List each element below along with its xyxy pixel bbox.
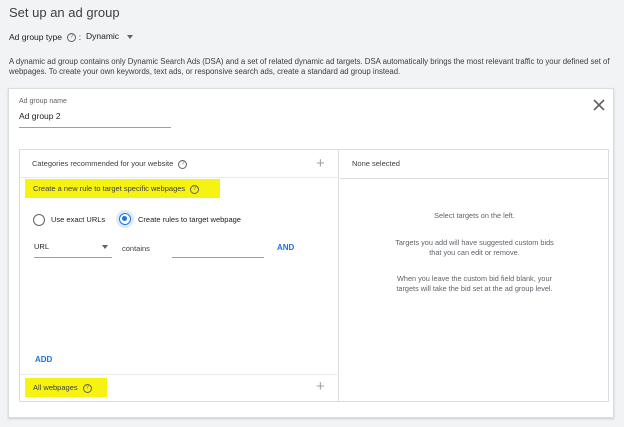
radio-create-rules[interactable] [119,213,131,225]
chevron-down-icon [127,34,134,39]
targets-panel: Categories recommended for your website … [19,149,609,402]
create-rule-text: Create a new rule to target specific web… [33,184,186,193]
ad-group-type-dropdown[interactable]: Dynamic [86,31,134,41]
help-icon[interactable]: ? [190,184,200,194]
help-icon[interactable]: ? [178,159,188,169]
create-rule-heading: Create a new rule to target specific web… [33,184,200,194]
rule-value-input[interactable] [172,240,264,256]
ad-group-description: A dynamic ad group contains only Dynamic… [9,57,610,76]
colon: : [78,32,82,42]
all-webpages-label: All webpages ? [33,383,92,393]
rule-field-underline [34,257,112,258]
rule-value-underline [172,257,264,258]
plus-icon[interactable]: + [316,379,325,394]
selected-targets-header: None selected [352,159,400,168]
radio-create-rules-label: Create rules to target webpage [138,215,241,224]
ad-group-type-label: Ad group type ? : [9,32,82,43]
empty-state-line-3b: targets will take the bid set at the ad … [396,284,553,293]
ad-group-card: Ad group name Ad group 2 Categories reco… [8,88,614,418]
recommended-categories-row[interactable]: Categories recommended for your website … [20,150,339,178]
empty-state-line-2a: Targets you add will have suggested cust… [395,238,554,247]
empty-state-line-2b: that you can edit or remove. [429,248,520,257]
plus-icon[interactable]: + [316,156,325,171]
divider [340,178,609,179]
targets-right-pane: None selected Select targets on the left… [340,150,609,401]
add-button[interactable]: ADD [35,355,52,364]
rule-field-dropdown[interactable]: URL [34,242,112,251]
all-webpages-text: All webpages [33,383,78,392]
radio-use-exact-urls-label: Use exact URLs [51,215,106,224]
radio-selected-dot [122,216,127,221]
ad-group-type-value: Dynamic [86,31,120,41]
page-title: Set up an ad group [9,5,120,20]
empty-state-line-3a: When you leave the custom bid field blan… [397,274,552,283]
ad-group-name-input[interactable]: Ad group 2 [19,111,61,121]
chevron-down-icon [102,245,108,249]
rule-field-value: URL [34,242,50,251]
empty-state-line-1: Select targets on the left. [434,211,515,220]
ad-group-name-label: Ad group name [19,98,67,105]
help-icon[interactable]: ? [67,33,77,43]
targets-left-pane: Categories recommended for your website … [20,150,339,401]
help-icon[interactable]: ? [82,383,92,393]
recommended-categories-label: Categories recommended for your website … [32,159,188,169]
recommended-categories-text: Categories recommended for your website [32,159,174,168]
close-icon[interactable] [591,97,607,113]
radio-use-exact-urls[interactable] [33,214,45,226]
rule-operator: contains [122,244,150,253]
ad-group-name-underline [19,127,171,128]
ad-group-type-label-text: Ad group type [9,32,62,42]
and-button[interactable]: AND [277,243,294,252]
